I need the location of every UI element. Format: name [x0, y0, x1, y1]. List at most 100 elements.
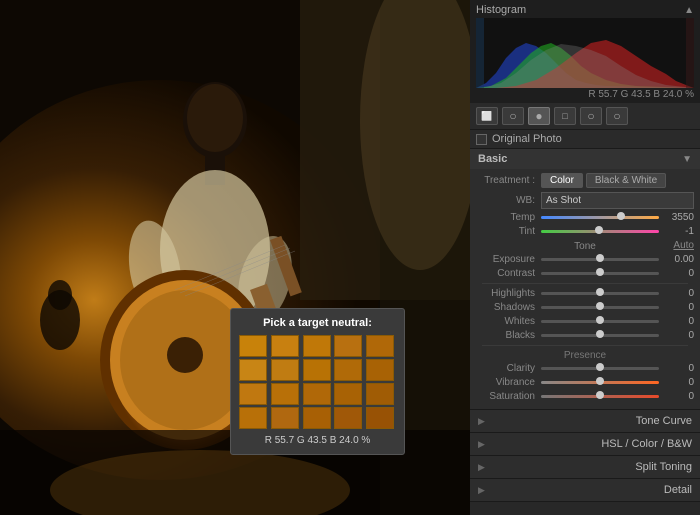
auto-btn[interactable]: Auto — [673, 240, 694, 251]
blacks-slider[interactable] — [541, 334, 659, 337]
scrollable-panels[interactable]: Basic ▼ Treatment : Color Black & White … — [470, 149, 700, 515]
exposure-row: Exposure 0.00 — [476, 254, 694, 265]
basic-panel-chevron: ▼ — [682, 154, 692, 165]
blacks-thumb[interactable] — [596, 330, 604, 338]
tint-slider-track[interactable] — [541, 230, 659, 233]
color-cell[interactable] — [239, 335, 267, 357]
color-cell[interactable] — [303, 383, 331, 405]
tone-curve-row[interactable]: ▶ Tone Curve — [470, 410, 700, 433]
detail-row[interactable]: ▶ Detail — [470, 479, 700, 502]
histogram-canvas — [476, 18, 694, 88]
temp-label: Temp — [476, 212, 541, 223]
right-panel: Histogram ▲ R 55.7 G 43.5 B 24.0 % — [470, 0, 700, 515]
clarity-label: Clarity — [476, 363, 541, 374]
color-picker-title: Pick a target neutral: — [239, 317, 396, 329]
tool-redeye[interactable]: ● — [528, 107, 550, 125]
tool-graduated[interactable]: □ — [554, 107, 576, 125]
original-photo-checkbox[interactable] — [476, 134, 487, 145]
blacks-row: Blacks 0 — [476, 330, 694, 341]
vibrance-thumb[interactable] — [596, 377, 604, 385]
color-cell[interactable] — [271, 359, 299, 381]
contrast-slider[interactable] — [541, 272, 659, 275]
highlights-slider[interactable] — [541, 292, 659, 295]
section-divider-2 — [482, 345, 688, 346]
highlights-thumb[interactable] — [596, 288, 604, 296]
histogram-title: Histogram — [476, 4, 526, 16]
treatment-row: Treatment : Color Black & White — [476, 173, 694, 188]
vibrance-slider[interactable] — [541, 381, 659, 384]
tone-section-label: Tone Auto — [476, 241, 694, 252]
tool-adjustment[interactable]: ○ — [606, 107, 628, 125]
tone-label-text: Tone — [574, 241, 596, 252]
color-cell[interactable] — [271, 335, 299, 357]
color-cell[interactable] — [271, 383, 299, 405]
color-cell[interactable] — [334, 359, 362, 381]
color-cell[interactable] — [303, 359, 331, 381]
color-cell[interactable] — [366, 359, 394, 381]
color-cell[interactable] — [334, 407, 362, 429]
color-cell[interactable] — [239, 383, 267, 405]
whites-slider[interactable] — [541, 320, 659, 323]
color-cell[interactable] — [239, 407, 267, 429]
tool-crop[interactable]: ⬜ — [476, 107, 498, 125]
shadows-row: Shadows 0 — [476, 302, 694, 313]
basic-panel-header[interactable]: Basic ▼ — [470, 149, 700, 169]
shadows-value: 0 — [659, 302, 694, 313]
clarity-row: Clarity 0 — [476, 363, 694, 374]
tone-curve-title: Tone Curve — [636, 415, 692, 427]
histogram-svg — [476, 18, 694, 88]
exposure-thumb[interactable] — [596, 254, 604, 262]
contrast-label: Contrast — [476, 268, 541, 279]
tint-label: Tint — [476, 226, 541, 237]
temp-row: Temp 3550 — [476, 212, 694, 223]
shadows-thumb[interactable] — [596, 302, 604, 310]
temp-slider-track[interactable] — [541, 216, 659, 219]
original-photo-label: Original Photo — [492, 133, 562, 145]
histogram-expand-icon[interactable]: ▲ — [684, 5, 694, 16]
treatment-color-btn[interactable]: Color — [541, 173, 583, 188]
clarity-thumb[interactable] — [596, 363, 604, 371]
tint-slider-thumb[interactable] — [595, 226, 603, 234]
color-cell[interactable] — [366, 383, 394, 405]
contrast-row: Contrast 0 — [476, 268, 694, 279]
color-cell[interactable] — [271, 407, 299, 429]
color-cell[interactable] — [366, 335, 394, 357]
exposure-slider[interactable] — [541, 258, 659, 261]
detail-arrow: ▶ — [478, 485, 485, 496]
section-divider-1 — [482, 283, 688, 284]
color-picker-overlay[interactable]: Pick a target neutral: — [230, 308, 405, 455]
tint-value: -1 — [659, 226, 694, 237]
split-toning-row[interactable]: ▶ Split Toning — [470, 456, 700, 479]
wb-select[interactable]: As Shot — [541, 192, 694, 209]
highlights-row: Highlights 0 — [476, 288, 694, 299]
clarity-value: 0 — [659, 363, 694, 374]
color-cell[interactable] — [303, 335, 331, 357]
color-cell[interactable] — [366, 407, 394, 429]
contrast-value: 0 — [659, 268, 694, 279]
color-cell[interactable] — [239, 359, 267, 381]
color-grid[interactable] — [239, 335, 396, 429]
blacks-value: 0 — [659, 330, 694, 341]
original-photo-row: Original Photo — [470, 130, 700, 149]
temp-slider-thumb[interactable] — [617, 212, 625, 220]
tool-radial[interactable]: ○ — [580, 107, 602, 125]
treatment-buttons: Color Black & White — [541, 173, 666, 188]
treatment-bw-btn[interactable]: Black & White — [586, 173, 666, 188]
vibrance-value: 0 — [659, 377, 694, 388]
whites-label: Whites — [476, 316, 541, 327]
hsl-row[interactable]: ▶ HSL / Color / B&W — [470, 433, 700, 456]
color-cell[interactable] — [303, 407, 331, 429]
photo-area: Pick a target neutral: — [0, 0, 470, 515]
shadows-slider[interactable] — [541, 306, 659, 309]
histogram-section: Histogram ▲ R 55.7 G 43.5 B 24.0 % — [470, 0, 700, 103]
saturation-slider[interactable] — [541, 395, 659, 398]
whites-thumb[interactable] — [596, 316, 604, 324]
split-toning-arrow: ▶ — [478, 462, 485, 473]
color-cell[interactable] — [334, 335, 362, 357]
hsl-arrow: ▶ — [478, 439, 485, 450]
color-cell[interactable] — [334, 383, 362, 405]
saturation-thumb[interactable] — [596, 391, 604, 399]
tool-spot[interactable]: ○ — [502, 107, 524, 125]
clarity-slider[interactable] — [541, 367, 659, 370]
contrast-thumb[interactable] — [596, 268, 604, 276]
